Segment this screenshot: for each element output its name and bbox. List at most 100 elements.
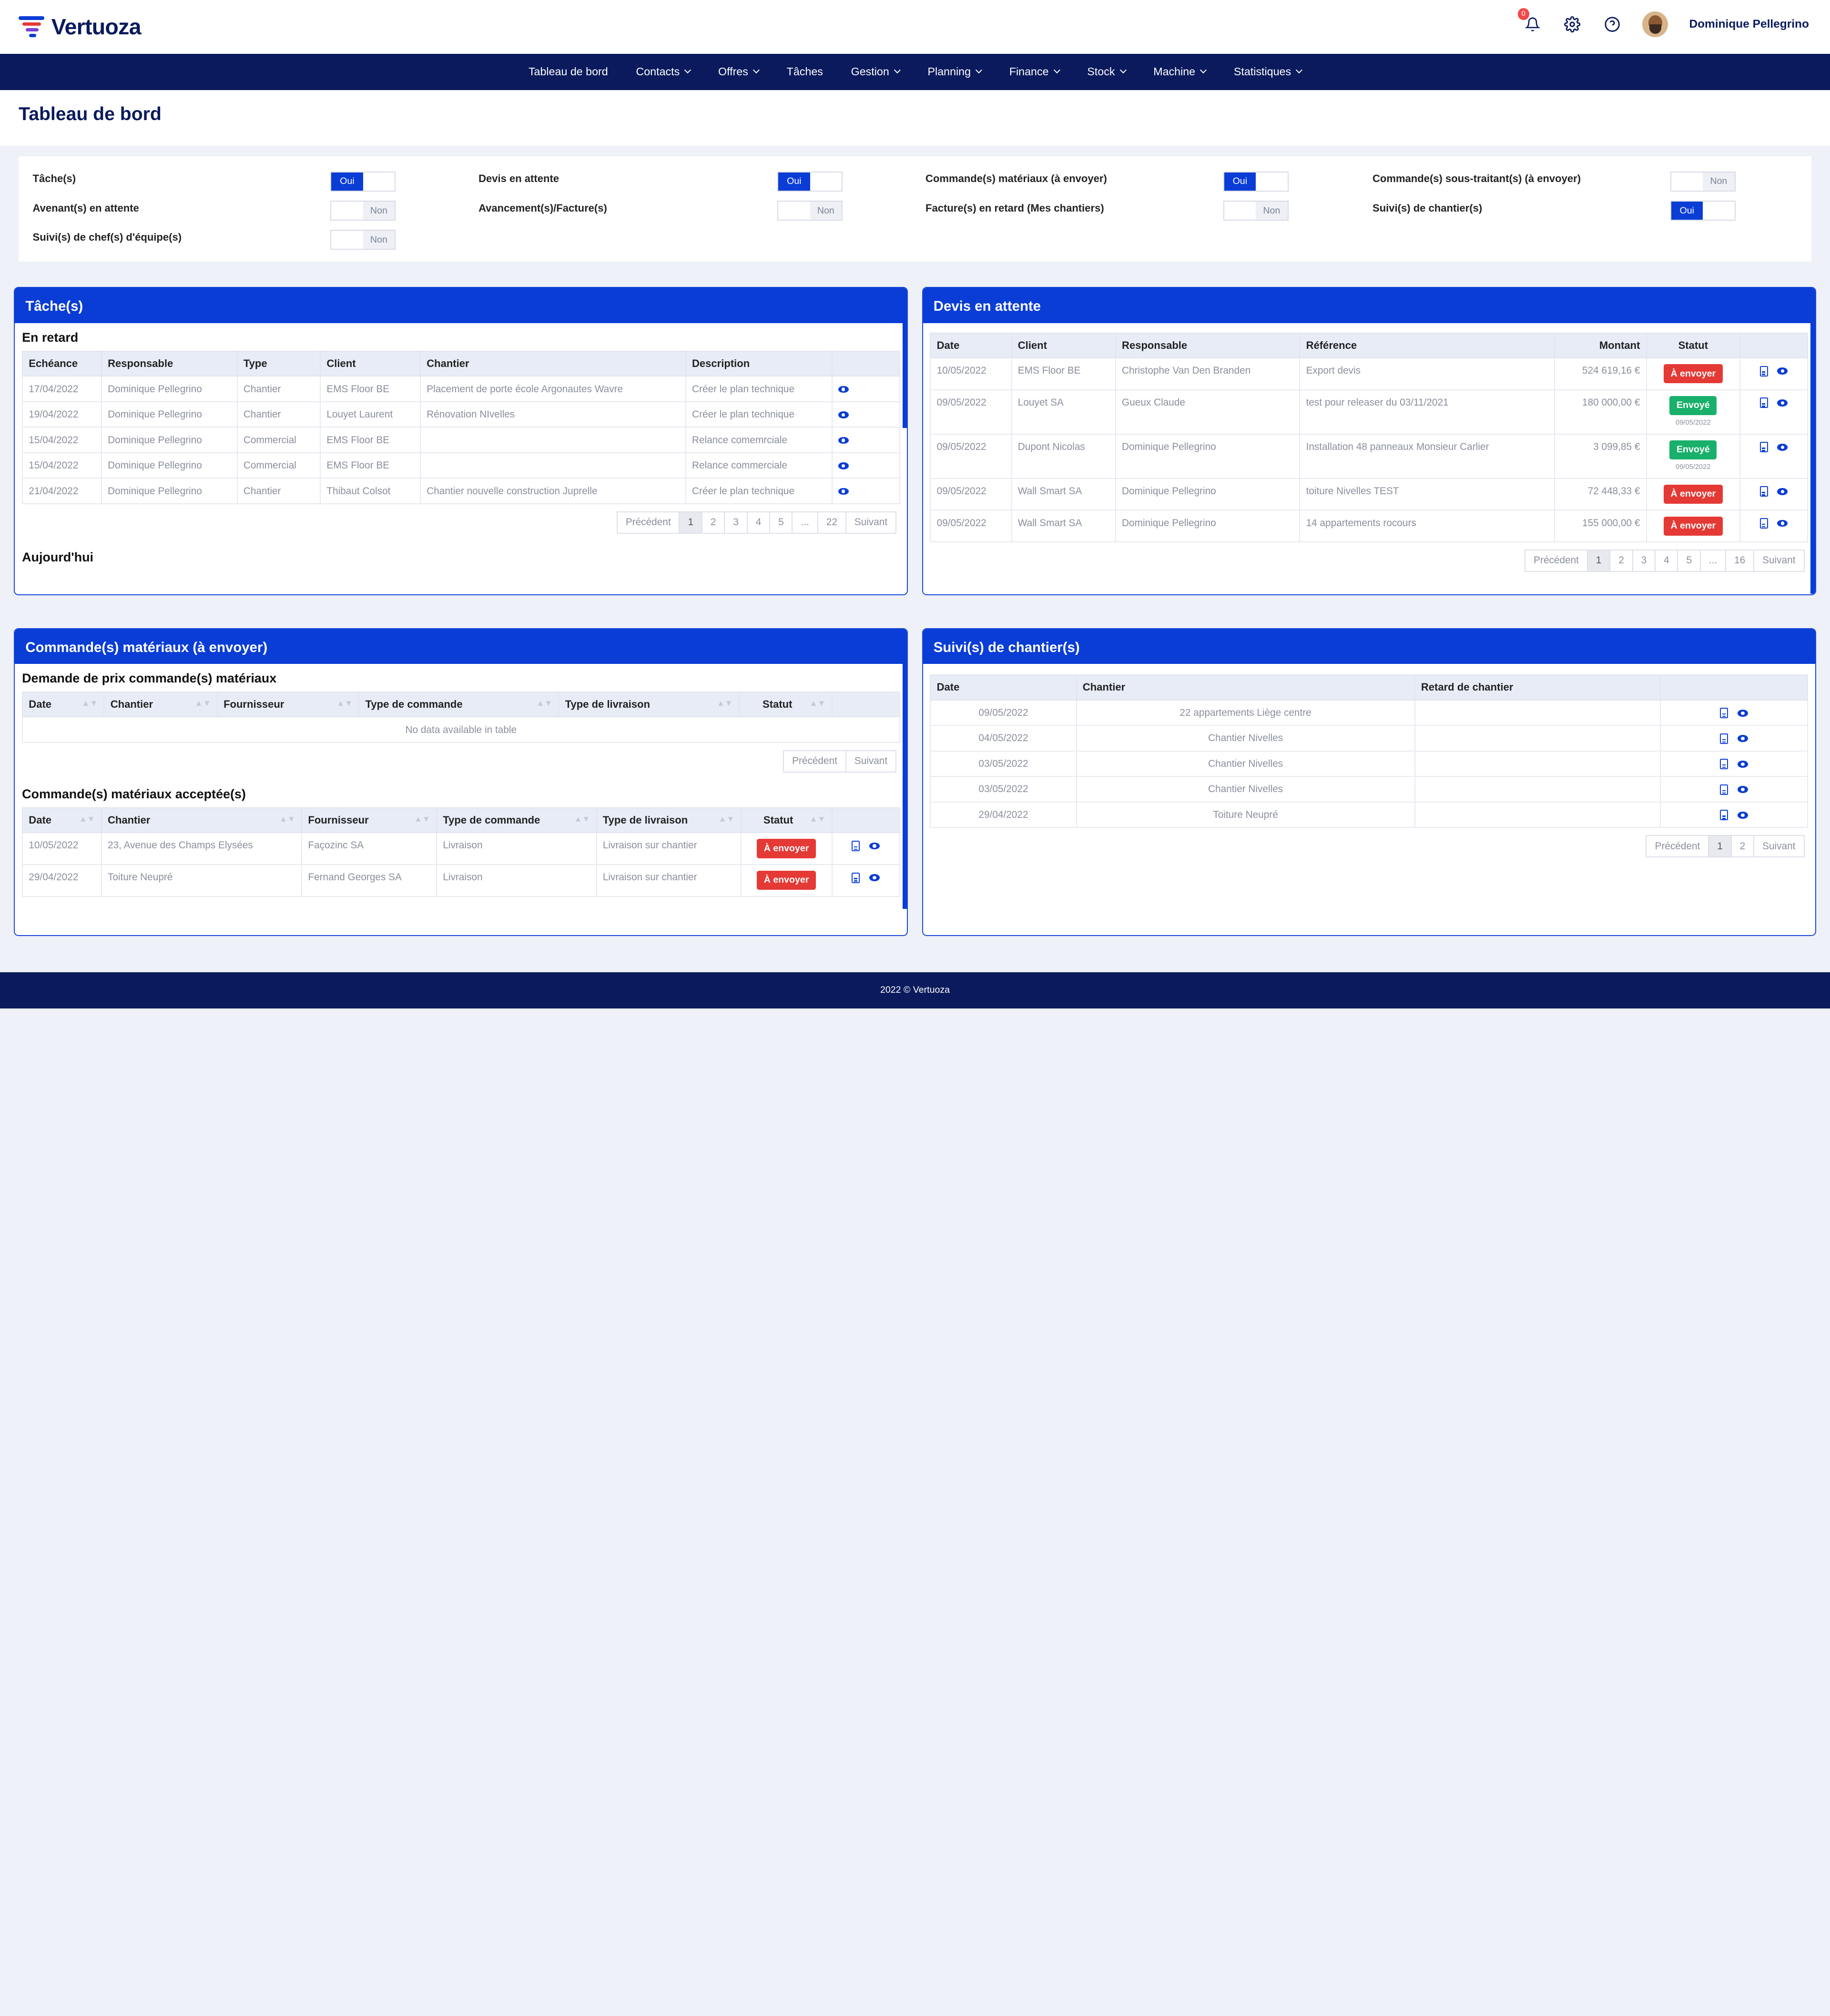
toggle-switch[interactable]: Non xyxy=(1223,201,1289,221)
nav-item-9[interactable]: Statistiques xyxy=(1220,65,1316,78)
toggle-switch[interactable]: Oui xyxy=(777,171,843,192)
toggle-switch[interactable]: Oui xyxy=(330,171,396,192)
eye-icon[interactable] xyxy=(838,437,849,444)
pagination-item[interactable]: Suivant xyxy=(1753,835,1805,858)
help-button[interactable] xyxy=(1603,15,1621,34)
nav-item-0[interactable]: Tableau de bord xyxy=(515,65,622,78)
toggle-switch[interactable]: Non xyxy=(1670,171,1736,192)
pdf-icon[interactable] xyxy=(1759,486,1768,497)
pdf-icon[interactable] xyxy=(1720,708,1728,719)
pagination-item[interactable]: 1 xyxy=(1708,835,1732,858)
column-header[interactable]: Type de livraison ▲▼ xyxy=(558,691,740,718)
column-header[interactable]: Chantier xyxy=(419,350,686,377)
notifications-button[interactable]: 0 xyxy=(1517,8,1542,34)
pagination-item[interactable]: ... xyxy=(1699,549,1727,572)
toggle-switch[interactable]: Non xyxy=(777,201,843,221)
column-header[interactable]: Date ▲▼ xyxy=(22,807,102,834)
nav-item-2[interactable]: Offres xyxy=(704,65,773,78)
pagination-item[interactable]: 2 xyxy=(701,511,725,534)
pagination-item[interactable]: Précédent xyxy=(616,511,680,534)
user-name[interactable]: Dominique Pellegrino xyxy=(1689,18,1809,31)
pagination-item[interactable]: Suivant xyxy=(1753,549,1805,572)
column-header[interactable]: Type de commande ▲▼ xyxy=(436,807,597,834)
eye-icon[interactable] xyxy=(1777,444,1788,451)
eye-icon[interactable] xyxy=(1777,519,1788,527)
pagination-item[interactable]: 5 xyxy=(1677,549,1701,572)
column-header[interactable]: Type de livraison ▲▼ xyxy=(596,807,742,834)
nav-item-8[interactable]: Machine xyxy=(1139,65,1220,78)
eye-icon[interactable] xyxy=(1777,367,1788,375)
pdf-icon[interactable] xyxy=(852,840,860,851)
column-header[interactable]: Date xyxy=(930,332,1012,358)
eye-icon[interactable] xyxy=(1737,786,1749,794)
pdf-icon[interactable] xyxy=(1720,784,1728,795)
column-header[interactable]: Echéance xyxy=(22,350,102,377)
column-header[interactable]: Chantier ▲▼ xyxy=(101,807,303,834)
eye-icon[interactable] xyxy=(869,842,880,850)
column-header[interactable]: Chantier xyxy=(1076,674,1415,701)
commandes-scrollbar[interactable] xyxy=(902,664,907,909)
column-header[interactable]: Client xyxy=(320,350,421,377)
column-header[interactable]: Montant xyxy=(1554,332,1647,358)
column-header[interactable]: Client xyxy=(1011,332,1116,358)
toggle-switch[interactable]: Non xyxy=(330,201,396,221)
column-header[interactable]: Statut xyxy=(1646,332,1740,358)
column-header[interactable]: Responsable xyxy=(101,350,238,377)
pdf-icon[interactable] xyxy=(1759,366,1768,377)
pagination-item[interactable]: 3 xyxy=(1632,549,1656,572)
pagination-item[interactable]: 2 xyxy=(1730,835,1755,858)
devis-scrollbar[interactable] xyxy=(1810,323,1815,594)
column-header[interactable]: Chantier ▲▼ xyxy=(103,691,218,718)
pagination-item[interactable]: 5 xyxy=(769,511,793,534)
brand-logo[interactable]: Vertuoza xyxy=(19,14,141,40)
pdf-icon[interactable] xyxy=(1720,733,1728,744)
pagination-item[interactable]: 1 xyxy=(679,511,703,534)
column-header[interactable]: Responsable xyxy=(1115,332,1301,358)
nav-item-3[interactable]: Tâches xyxy=(773,65,837,78)
eye-icon[interactable] xyxy=(1777,488,1788,495)
nav-item-1[interactable]: Contacts xyxy=(622,65,704,78)
pagination-item[interactable]: 4 xyxy=(1654,549,1678,572)
column-header[interactable]: Statut ▲▼ xyxy=(740,807,833,834)
toggle-switch[interactable]: Oui xyxy=(1223,171,1289,192)
column-header[interactable]: Fournisseur ▲▼ xyxy=(216,691,360,718)
toggle-switch[interactable]: Non xyxy=(330,230,396,250)
pagination-item[interactable]: ... xyxy=(792,511,819,534)
nav-item-6[interactable]: Finance xyxy=(995,65,1073,78)
nav-item-4[interactable]: Gestion xyxy=(837,65,914,78)
eye-icon[interactable] xyxy=(1737,709,1749,717)
pdf-icon[interactable] xyxy=(1759,397,1768,408)
pagination-item[interactable]: 3 xyxy=(724,511,748,534)
eye-icon[interactable] xyxy=(869,874,880,881)
pdf-icon[interactable] xyxy=(1759,442,1768,453)
pagination-item[interactable]: 1 xyxy=(1586,549,1611,572)
eye-icon[interactable] xyxy=(838,488,849,495)
pagination-item[interactable]: Précédent xyxy=(783,750,847,773)
pdf-icon[interactable] xyxy=(1720,759,1728,770)
taches-scrollbar[interactable] xyxy=(902,323,907,428)
eye-icon[interactable] xyxy=(838,411,849,418)
column-header[interactable]: Type de commande ▲▼ xyxy=(358,691,559,718)
pdf-icon[interactable] xyxy=(1720,810,1728,821)
pagination-item[interactable]: 22 xyxy=(817,511,847,534)
pagination-item[interactable]: 4 xyxy=(746,511,771,534)
column-header[interactable]: Retard de chantier xyxy=(1414,674,1661,701)
nav-item-7[interactable]: Stock xyxy=(1073,65,1139,78)
eye-icon[interactable] xyxy=(1737,760,1749,768)
pagination-item[interactable]: 16 xyxy=(1725,549,1755,572)
nav-item-5[interactable]: Planning xyxy=(914,65,995,78)
pdf-icon[interactable] xyxy=(1759,518,1768,529)
eye-icon[interactable] xyxy=(1737,735,1749,743)
eye-icon[interactable] xyxy=(838,462,849,469)
column-header[interactable]: Statut ▲▼ xyxy=(738,691,833,718)
column-header[interactable]: Date ▲▼ xyxy=(22,691,105,718)
avatar[interactable] xyxy=(1642,11,1668,38)
column-header[interactable]: Description xyxy=(685,350,833,377)
pagination-item[interactable]: Précédent xyxy=(1525,549,1588,572)
pagination-item[interactable]: 2 xyxy=(1609,549,1633,572)
pagination-item[interactable]: Suivant xyxy=(845,750,897,773)
column-header[interactable]: Date xyxy=(930,674,1077,701)
pdf-icon[interactable] xyxy=(852,872,860,883)
settings-button[interactable] xyxy=(1563,15,1582,34)
toggle-switch[interactable]: Oui xyxy=(1670,201,1736,221)
